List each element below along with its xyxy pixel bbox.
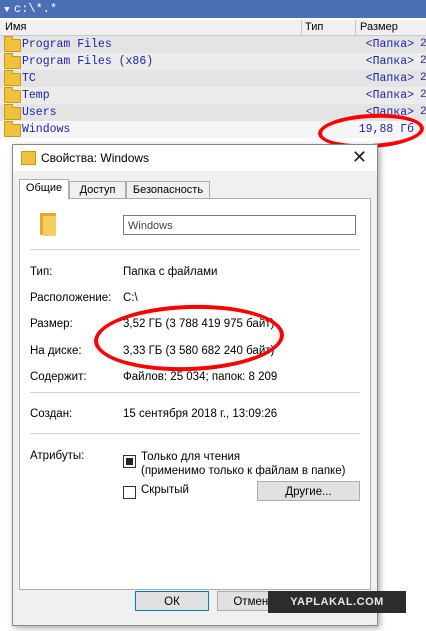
- column-header: Имя Тип Размер: [0, 20, 426, 36]
- folder-name-field[interactable]: Windows: [123, 215, 356, 235]
- file-name: Users: [22, 106, 57, 119]
- file-size: <Папка>: [365, 38, 414, 51]
- location-label: Расположение:: [30, 292, 112, 304]
- file-name: Temp: [22, 89, 50, 102]
- folder-icon: [4, 87, 21, 103]
- file-date-clipped: 2: [420, 38, 426, 50]
- watermark: YAPLAKAL.COM: [268, 591, 406, 613]
- file-row[interactable]: Program Files (x86) <Папка> 2: [0, 53, 426, 70]
- column-separator[interactable]: [355, 20, 356, 35]
- location-value: C:\: [123, 292, 138, 304]
- hidden-checkbox[interactable]: [123, 486, 136, 499]
- column-name[interactable]: Имя: [5, 20, 26, 35]
- file-row[interactable]: TC <Папка> 2: [0, 70, 426, 87]
- folder-icon: [4, 104, 21, 120]
- readonly-note: (применимо только к файлам в папке): [141, 465, 346, 477]
- attributes-label: Атрибуты:: [30, 450, 85, 462]
- file-row[interactable]: Program Files <Папка> 2: [0, 36, 426, 53]
- size-label: Размер:: [30, 318, 73, 330]
- readonly-label: Только для чтения: [141, 451, 241, 463]
- current-path: c:\*.*: [14, 2, 58, 16]
- divider: [30, 433, 360, 434]
- file-name: Windows: [22, 123, 71, 136]
- folder-icon: [4, 36, 21, 52]
- created-label: Создан:: [30, 408, 73, 420]
- dialog-title: Свойства: Windows: [41, 151, 150, 165]
- file-date-clipped: 2: [420, 89, 426, 101]
- file-date-clipped: 2: [420, 106, 426, 118]
- disk-label: На диске:: [30, 345, 82, 357]
- properties-dialog: Свойства: Windows ✕ Общие Доступ Безопас…: [12, 144, 378, 626]
- path-bar[interactable]: ▼ c:\*.*: [0, 0, 426, 18]
- folder-icon: [40, 213, 56, 236]
- tab-general[interactable]: Общие: [19, 179, 69, 200]
- dialog-titlebar[interactable]: Свойства: Windows ✕: [13, 145, 377, 171]
- column-separator[interactable]: [301, 20, 302, 35]
- folder-icon: [4, 121, 21, 137]
- file-size: <Папка>: [365, 55, 414, 68]
- file-date-clipped: 2: [420, 72, 426, 84]
- file-name: TC: [22, 72, 36, 85]
- ok-button[interactable]: ОК: [135, 591, 209, 611]
- hidden-label: Скрытый: [141, 484, 189, 496]
- file-size: <Папка>: [365, 72, 414, 85]
- file-name: Program Files (x86): [22, 55, 154, 68]
- tab-sharing[interactable]: Доступ: [69, 181, 126, 199]
- file-row[interactable]: Temp <Папка> 2: [0, 87, 426, 104]
- folder-icon: [4, 70, 21, 86]
- tab-security[interactable]: Безопасность: [126, 181, 210, 199]
- dropdown-arrow-icon[interactable]: ▼: [0, 1, 14, 19]
- folder-icon: [21, 151, 36, 165]
- column-size[interactable]: Размер: [360, 20, 398, 35]
- close-icon[interactable]: ✕: [352, 147, 367, 168]
- created-value: 15 сентября 2018 г., 13:09:26: [123, 408, 278, 420]
- general-pane: Windows Тип: Папка с файлами Расположени…: [19, 198, 371, 590]
- divider: [30, 249, 360, 250]
- file-name: Program Files: [22, 38, 112, 51]
- readonly-checkbox[interactable]: [123, 455, 136, 468]
- contains-value: Файлов: 25 034; папок: 8 209: [123, 371, 278, 383]
- column-type[interactable]: Тип: [305, 20, 323, 35]
- file-date-clipped: 2: [420, 55, 426, 67]
- folder-icon: [4, 53, 21, 69]
- file-size: <Папка>: [365, 89, 414, 102]
- divider: [30, 392, 360, 393]
- contains-label: Содержит:: [30, 371, 87, 383]
- type-value: Папка с файлами: [123, 266, 218, 278]
- type-label: Тип:: [30, 266, 53, 278]
- advanced-button[interactable]: Другие...: [257, 481, 360, 501]
